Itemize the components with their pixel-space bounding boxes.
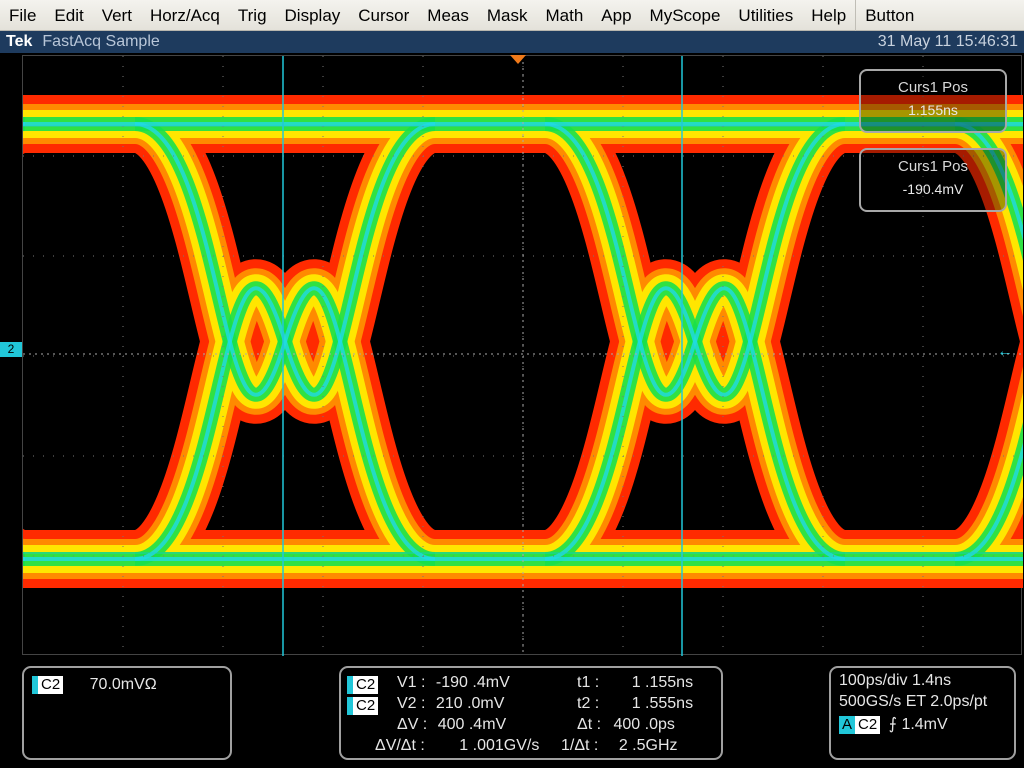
t1-value: 1 .155ns	[631, 674, 694, 691]
channel-scale-readout[interactable]: C2 70.0mVΩ	[22, 666, 232, 760]
cursor-readout-label: Curs1 Pos	[897, 158, 969, 175]
timebase-readout[interactable]: 100ps/div 1.4ns 500GS/s ET 2.0ps/pt A C2 …	[829, 666, 1016, 760]
v1-label: V1 :	[397, 674, 426, 691]
t2-label: t2 :	[577, 695, 600, 712]
v2-value: 210 .0mV	[435, 695, 505, 712]
menu-mask[interactable]: Mask	[478, 0, 537, 31]
dv-dt-label: ΔV/Δt :	[375, 737, 425, 754]
cursor-measurement-readout[interactable]: C2 C2 V1 : -190 .4mV V2 : 210 .0mV ΔV : …	[339, 666, 723, 760]
menu-utilities[interactable]: Utilities	[729, 0, 802, 31]
vertical-scale: 70.0mVΩ	[89, 676, 157, 693]
delta-v-label: ΔV :	[397, 716, 428, 733]
menu-help[interactable]: Help	[802, 0, 855, 31]
menu-myscope[interactable]: MyScope	[641, 0, 730, 31]
trigger-level: ⨍ 1.4mV	[888, 716, 948, 733]
menu-meas[interactable]: Meas	[418, 0, 478, 31]
channel-badge: C2	[347, 676, 379, 694]
menu-app[interactable]: App	[592, 0, 640, 31]
v2-label: V2 :	[397, 695, 426, 712]
menu-horz-acq[interactable]: Horz/Acq	[141, 0, 229, 31]
cursor-readout-value: 1.155ns	[908, 102, 958, 118]
eye-diagram	[23, 56, 1023, 656]
trigger-badge: A	[839, 716, 856, 734]
v1-value: -190 .4mV	[435, 674, 510, 691]
inverse-delta-t-value: 2 .5GHz	[618, 737, 678, 754]
title-bar: Tek FastAcq Sample 31 May 11 15:46:31	[0, 31, 1024, 53]
timestamp: 31 May 11 15:46:31	[877, 33, 1018, 50]
acquisition-mode-title: FastAcq Sample	[42, 33, 160, 50]
menu-file[interactable]: File	[0, 0, 45, 31]
menu-cursor[interactable]: Cursor	[349, 0, 418, 31]
menu-button[interactable]: Button	[855, 0, 923, 31]
delta-t-value: 400 .0ps	[613, 716, 675, 733]
inverse-delta-t-label: 1/Δt :	[561, 737, 599, 754]
t1-label: t1 :	[577, 674, 600, 691]
cursor-position-readout-2[interactable]: Curs1 Pos -190.4mV	[859, 148, 1007, 212]
waveform-display[interactable]	[22, 55, 1023, 656]
dv-dt-value: 1 .001GV/s	[459, 737, 540, 754]
menu-vert[interactable]: Vert	[93, 0, 141, 31]
menu-display[interactable]: Display	[276, 0, 350, 31]
trigger-level-arrow-icon[interactable]: ←	[997, 343, 1013, 361]
cursor-readout-value: -190.4mV	[902, 181, 964, 197]
trigger-channel-badge: C2	[855, 716, 881, 734]
t2-value: 1 .555ns	[631, 695, 694, 712]
trigger-position-icon[interactable]	[510, 55, 526, 64]
menu-bar: File Edit Vert Horz/Acq Trig Display Cursor Mea…	[0, 0, 1024, 31]
cursor-readout-label: Curs1 Pos	[897, 79, 969, 96]
sample-rate: 500GS/s ET 2.0ps/pt	[839, 693, 988, 710]
delta-v-value: 400 .4mV	[437, 716, 507, 733]
horizontal-scale: 100ps/div 1.4ns	[839, 672, 952, 689]
channel-badge: C2	[347, 697, 379, 715]
brand-logo: Tek	[6, 33, 33, 50]
menu-trig[interactable]: Trig	[229, 0, 276, 31]
delta-t-label: Δt :	[577, 716, 602, 733]
menu-math[interactable]: Math	[537, 0, 593, 31]
channel-badge: C2	[32, 676, 64, 694]
menu-edit[interactable]: Edit	[45, 0, 92, 31]
channel-2-offset-marker[interactable]: 2	[0, 342, 22, 357]
cursor-position-readout-1[interactable]: Curs1 Pos 1.155ns	[859, 69, 1007, 133]
